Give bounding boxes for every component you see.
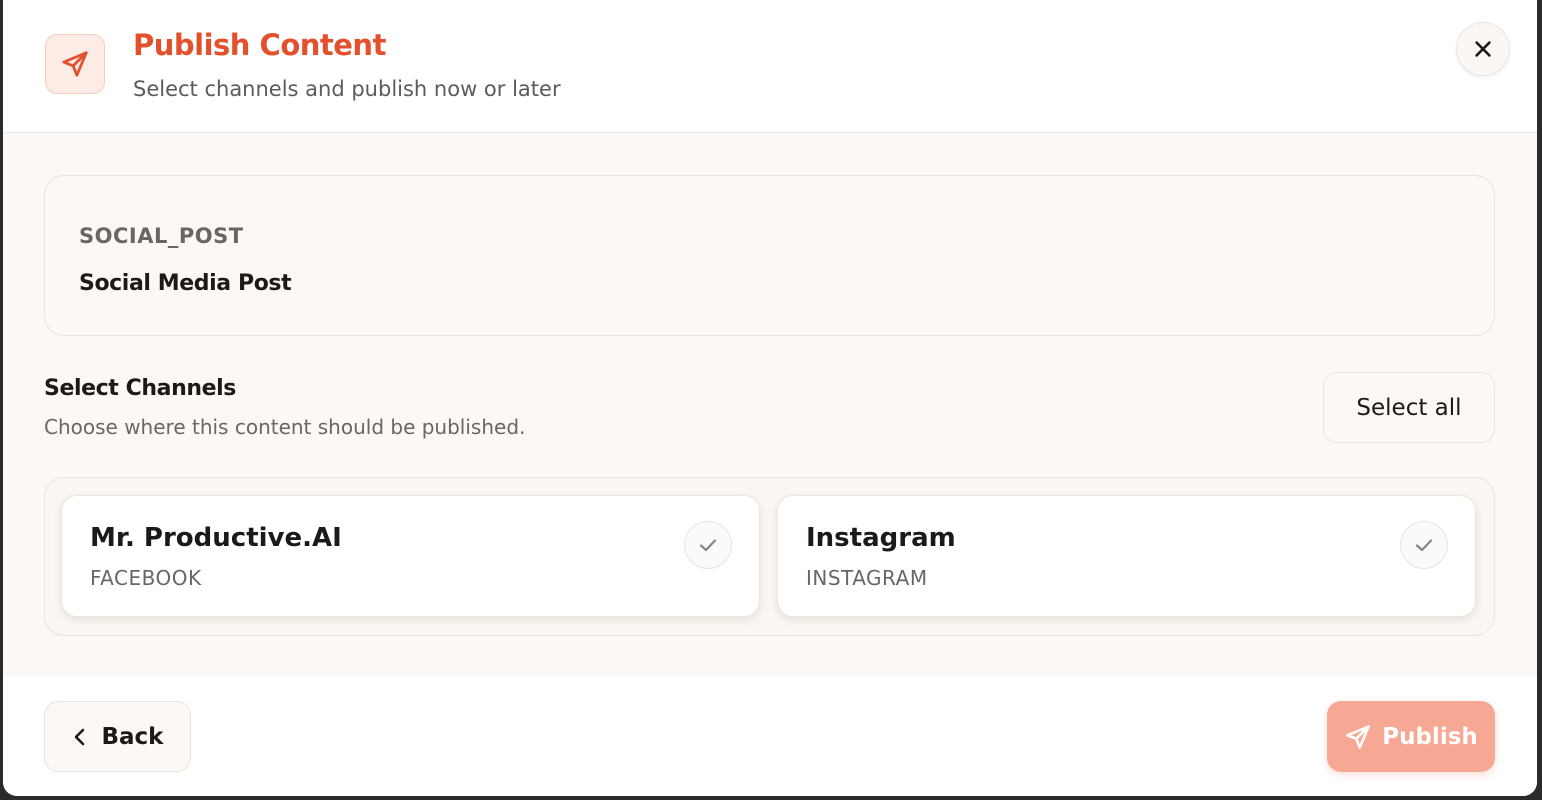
publish-content-modal: Publish Content Select channels and publ… xyxy=(3,0,1537,796)
channels-section-title: Select Channels xyxy=(44,376,236,401)
channel-platform: FACEBOOK xyxy=(90,566,202,590)
check-icon xyxy=(699,539,717,552)
check-icon xyxy=(1415,539,1433,552)
content-summary-card: SOCIAL_POST Social Media Post xyxy=(44,175,1495,336)
channel-platform: INSTAGRAM xyxy=(806,566,928,590)
chevron-left-icon xyxy=(74,728,84,745)
send-icon xyxy=(45,34,105,94)
channels-section-description: Choose where this content should be publ… xyxy=(44,415,526,439)
modal-header: Publish Content Select channels and publ… xyxy=(3,0,1537,133)
modal-subtitle: Select channels and publish now or later xyxy=(133,77,561,101)
channel-checkbox[interactable] xyxy=(684,521,732,569)
channel-name: Instagram xyxy=(806,523,956,553)
back-button-label: Back xyxy=(101,723,164,750)
close-button[interactable] xyxy=(1456,22,1510,76)
modal-body: SOCIAL_POST Social Media Post Select Cha… xyxy=(3,133,1537,676)
channel-checkbox[interactable] xyxy=(1400,521,1448,569)
back-button[interactable]: Back xyxy=(44,701,191,772)
publish-button-label: Publish xyxy=(1382,723,1478,750)
send-icon xyxy=(1346,724,1371,749)
close-icon xyxy=(1475,41,1491,57)
modal-footer: Back Publish xyxy=(3,676,1537,796)
select-all-button[interactable]: Select all xyxy=(1323,372,1495,443)
publish-button[interactable]: Publish xyxy=(1327,701,1495,772)
channel-card-instagram[interactable]: Instagram INSTAGRAM xyxy=(777,495,1476,617)
content-type-label: SOCIAL_POST xyxy=(79,224,244,248)
content-name: Social Media Post xyxy=(79,271,292,296)
channels-list: Mr. Productive.AI FACEBOOK Instagram INS… xyxy=(44,477,1495,636)
channel-name: Mr. Productive.AI xyxy=(90,523,342,553)
modal-title: Publish Content xyxy=(133,28,386,62)
channel-card-facebook[interactable]: Mr. Productive.AI FACEBOOK xyxy=(61,495,760,617)
